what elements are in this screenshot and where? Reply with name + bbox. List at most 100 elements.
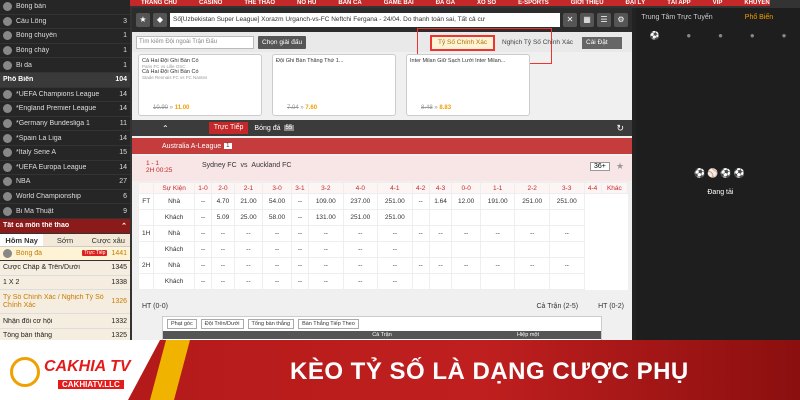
sport-tab[interactable]: Cược xâu [87,234,130,246]
refresh-icon[interactable]: ↻ [616,123,624,134]
odds-cell[interactable] [428,273,453,290]
odds-cell[interactable] [451,241,481,258]
odds-cell[interactable]: -- [514,225,550,242]
nav-item[interactable]: TẢI APP [656,0,701,6]
live-tag[interactable]: Trực Tiếp [208,122,249,134]
sidebar-league-item[interactable]: *Spain La Liga 14 [0,131,130,146]
odds-cell[interactable]: -- [233,225,264,242]
odds-cell[interactable]: 4.70 [211,193,235,210]
filter-chip[interactable]: Tổng bàn thắng [247,319,295,329]
odds-cell[interactable]: -- [262,257,292,274]
odds-cell[interactable]: -- [193,193,213,210]
odds-cell[interactable]: -- [211,257,235,274]
odds-cell[interactable]: -- [308,241,344,258]
odds-cell[interactable]: -- [290,273,310,290]
odds-cell[interactable] [428,209,453,226]
card-odds[interactable]: 10.90 » 11.00 [153,105,189,111]
bet-type-item[interactable]: Nhận đôi cơ hội 1332 [0,314,130,329]
sidebar-item[interactable]: Cầu Lông 3 [0,15,130,30]
popular-header[interactable]: Phổ Biến 104 [0,72,130,88]
nav-item[interactable]: VIP [702,0,734,6]
sport-tab[interactable]: Hôm Nay [0,233,44,246]
odds-cell[interactable]: -- [514,257,550,274]
close-icon[interactable]: ✕ [563,13,577,27]
settings-dropdown[interactable]: Cài Đặt [582,37,622,49]
odds-cell[interactable]: -- [451,257,481,274]
odds-cell[interactable]: -- [193,225,213,242]
odds-cell[interactable] [411,241,430,258]
sidebar-item[interactable]: Bóng chày 1 [0,44,130,59]
sport-tab[interactable]: Sớm [43,234,86,246]
tennis-icon[interactable]: ● [718,31,723,40]
sidebar-league-item[interactable]: *UEFA Champions League 14 [0,88,130,103]
odds-cell[interactable]: -- [411,193,430,210]
search-input[interactable]: Tìm kiếm Đội ngoài Trận Đấu [136,35,254,49]
odds-cell[interactable]: -- [193,241,213,258]
nav-item[interactable]: THỂ THAO [233,0,286,6]
odds-cell[interactable]: -- [377,225,413,242]
odds-cell[interactable] [514,241,550,258]
odds-cell[interactable] [514,273,550,290]
speaker-icon[interactable]: ◆ [153,13,167,27]
sidebar-league-item[interactable]: Bi Ma Thuật 9 [0,204,130,219]
odds-cell[interactable]: -- [377,241,413,258]
nav-item[interactable]: GAME BÀI [373,0,425,6]
nav-item[interactable]: BẮN CÁ [327,0,372,6]
odds-cell[interactable] [479,273,516,290]
live-bar[interactable]: ⌃ Trực Tiếp Bóng đá 55 ↻ [132,120,632,136]
odds-cell[interactable]: -- [451,225,481,242]
promo-card[interactable]: Inter Milan Giữ Sạch Lưới Inter Milan...… [406,54,530,116]
promo-card[interactable]: Cả Hai Đội Ghi Bàn Có Paris FC vs Lille O… [138,54,262,116]
promo-card[interactable]: Đội Ghi Bàn Thắng Thứ 1... 7.04 » 7.60 [272,54,396,116]
odds-cell[interactable]: -- [342,257,379,274]
nav-item[interactable]: E-SPORTS [507,0,560,6]
bet-type-item[interactable]: 1 X 2 1338 [0,275,130,291]
odds-cell[interactable]: -- [233,273,264,290]
volleyball-icon[interactable]: ● [750,31,755,40]
odds-cell[interactable]: -- [428,225,453,242]
sidebar-league-item[interactable]: *UEFA Europa League 14 [0,161,130,176]
star-icon[interactable]: ★ [136,13,150,27]
odds-cell[interactable] [451,273,481,290]
odds-cell[interactable]: 1.64 [428,193,453,210]
odds-cell[interactable]: -- [342,225,379,242]
odds-cell[interactable]: -- [211,225,235,242]
sidebar-league-item[interactable]: NBA 27 [0,175,130,190]
soccer-icon[interactable]: ⚽ [649,31,659,40]
nav-item[interactable]: CASINO [188,0,233,6]
odds-cell[interactable]: -- [290,225,310,242]
odds-cell[interactable]: 5.09 [211,209,235,226]
odds-cell[interactable]: -- [290,193,310,210]
odds-cell[interactable]: 251.00 [342,209,379,226]
bet-type-item[interactable]: Cược Chấp & Trên/Dưới 1345 [0,261,130,276]
sidebar-item[interactable]: Bi da 1 [0,58,130,73]
filter-chip[interactable]: Đội Trên/Dưới [200,319,244,329]
odds-cell[interactable]: 251.00 [514,193,550,210]
odds-cell[interactable]: 21.00 [233,193,264,210]
sidebar-league-item[interactable]: *England Premier League 14 [0,102,130,117]
odds-cell[interactable]: -- [377,257,413,274]
sidebar-item[interactable]: Bóng bàn [0,0,130,15]
odds-cell[interactable]: -- [290,257,310,274]
odds-cell[interactable]: -- [342,241,379,258]
baseball-icon[interactable]: ● [782,31,787,40]
odds-cell[interactable]: 54.00 [262,193,292,210]
odds-cell[interactable]: -- [290,241,310,258]
odds-cell[interactable]: 12.00 [451,193,481,210]
odds-cell[interactable] [411,209,430,226]
odds-cell[interactable]: -- [479,225,516,242]
odds-cell[interactable]: -- [193,209,213,226]
choose-league-button[interactable]: Chọn giải đấu [258,35,307,49]
nav-item[interactable]: ĐẠI LÝ [615,0,657,6]
odds-cell[interactable]: -- [411,225,430,242]
tab-popular[interactable]: Phổ Biến [718,8,800,28]
league-bar[interactable]: Australia A-League 1 [132,138,632,154]
nav-item[interactable]: NỔ HŨ [286,0,327,6]
calculator-icon[interactable]: ▦ [580,13,594,27]
odds-cell[interactable]: -- [428,257,453,274]
nav-item[interactable]: GIỚI THIỆU [560,0,615,6]
odds-cell[interactable] [451,209,481,226]
odds-cell[interactable]: -- [211,241,235,258]
odds-cell[interactable]: 131.00 [308,209,344,226]
odds-cell[interactable]: -- [233,241,264,258]
